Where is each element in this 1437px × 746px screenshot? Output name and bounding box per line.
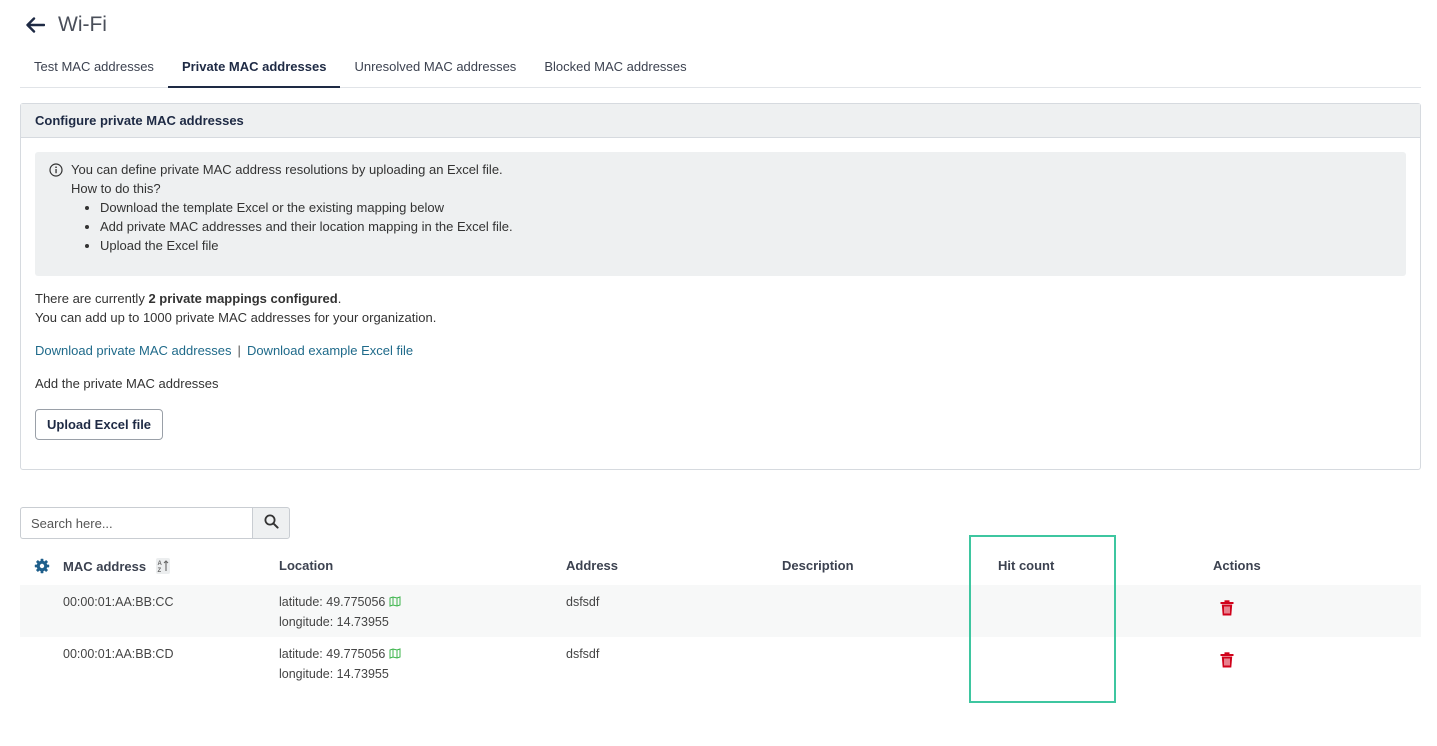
- info-steps-list: Download the template Excel or the exist…: [100, 198, 513, 255]
- info-box: You can define private MAC address resol…: [35, 152, 1406, 276]
- page-title: Wi-Fi: [58, 13, 107, 36]
- page-header: Wi-Fi: [24, 10, 107, 40]
- link-separator: |: [237, 343, 241, 358]
- gear-icon[interactable]: [34, 558, 50, 577]
- svg-text:Z: Z: [157, 568, 161, 574]
- search-input[interactable]: [20, 507, 253, 539]
- mappings-count: 2 private mappings configured: [148, 291, 338, 306]
- column-header-mac-address[interactable]: MAC address A Z: [63, 558, 170, 577]
- tab-private-mac-addresses[interactable]: Private MAC addresses: [167, 48, 341, 88]
- table-row: 00:00:01:AA:BB:CD latitude: 49.775056 lo…: [20, 637, 1421, 689]
- search-button[interactable]: [252, 507, 290, 539]
- tab-blocked-mac-addresses[interactable]: Blocked MAC addresses: [530, 48, 700, 88]
- sort-az-icon[interactable]: A Z: [155, 558, 170, 577]
- map-icon[interactable]: [389, 594, 401, 613]
- column-header-hit-count: Hit count: [998, 558, 1055, 573]
- address-cell: dsfsdf: [566, 595, 600, 609]
- list-item: Add private MAC addresses and their loca…: [100, 217, 513, 236]
- mac-address-cell: 00:00:01:AA:BB:CC: [63, 595, 174, 609]
- svg-text:A: A: [157, 561, 162, 567]
- column-header-description: Description: [782, 558, 854, 573]
- mappings-status: There are currently 2 private mappings c…: [35, 291, 342, 306]
- trash-icon[interactable]: [1220, 600, 1234, 619]
- table-header: MAC address A Z Location Address Descrip…: [20, 548, 1421, 585]
- configure-panel: Configure private MAC addresses You can …: [20, 103, 1421, 470]
- download-example-excel-link[interactable]: Download example Excel file: [247, 343, 413, 358]
- back-arrow-icon[interactable]: [24, 14, 46, 36]
- panel-title: Configure private MAC addresses: [21, 104, 1420, 138]
- table-row: 00:00:01:AA:BB:CC latitude: 49.775056 lo…: [20, 585, 1421, 637]
- mac-address-cell: 00:00:01:AA:BB:CD: [63, 647, 174, 661]
- column-header-location: Location: [279, 558, 334, 573]
- mac-address-table: MAC address A Z Location Address Descrip…: [20, 548, 1421, 689]
- info-line-1: You can define private MAC address resol…: [71, 162, 503, 177]
- info-line-2: How to do this?: [71, 181, 161, 196]
- add-mac-label: Add the private MAC addresses: [35, 376, 219, 391]
- download-links: Download private MAC addresses | Download …: [35, 343, 413, 358]
- map-icon[interactable]: [389, 646, 401, 665]
- list-item: Download the template Excel or the exist…: [100, 198, 513, 217]
- search-bar: [20, 507, 290, 539]
- info-circle-icon: [49, 163, 63, 177]
- list-item: Upload the Excel file: [100, 236, 513, 255]
- address-cell: dsfsdf: [566, 647, 600, 661]
- column-header-actions: Actions: [1213, 558, 1261, 573]
- mappings-limit: You can add up to 1000 private MAC addre…: [35, 310, 437, 325]
- tab-unresolved-mac-addresses[interactable]: Unresolved MAC addresses: [340, 48, 530, 88]
- upload-excel-button[interactable]: Upload Excel file: [35, 409, 164, 440]
- location-cell: latitude: 49.775056 longitude: 14.73955: [279, 593, 401, 632]
- search-icon: [264, 514, 279, 532]
- trash-icon[interactable]: [1220, 652, 1234, 671]
- tab-bar: Test MAC addresses Private MAC addresses…: [20, 48, 1421, 88]
- column-header-address: Address: [566, 558, 619, 573]
- tab-test-mac-addresses[interactable]: Test MAC addresses: [20, 48, 168, 88]
- download-private-mac-link[interactable]: Download private MAC addresses: [35, 343, 232, 358]
- location-cell: latitude: 49.775056 longitude: 14.73955: [279, 645, 401, 684]
- info-text: You can define private MAC address resol…: [71, 160, 513, 255]
